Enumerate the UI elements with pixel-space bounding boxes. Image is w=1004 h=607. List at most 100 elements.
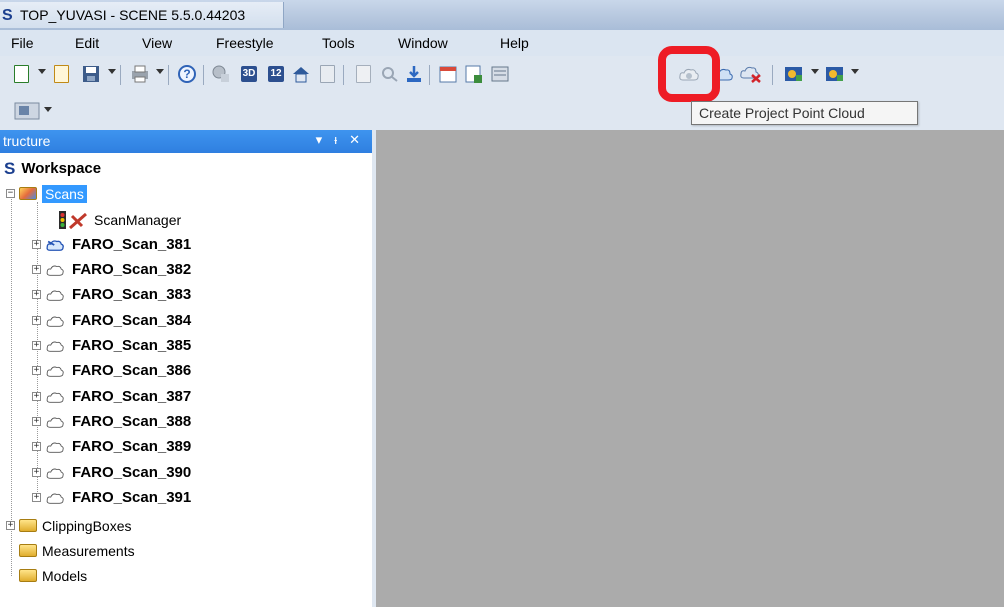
menu-window[interactable]: Window [398, 35, 448, 51]
tree-scan-label: FARO_Scan_385 [72, 337, 192, 354]
tree-workspace[interactable]: S Workspace [4, 156, 101, 181]
tree-scans[interactable]: − Scans [6, 181, 87, 206]
tree-folder-label: ClippingBoxes [42, 517, 132, 534]
tree-scan-manager-label: ScanManager [94, 211, 182, 228]
expand-icon[interactable]: + [32, 366, 41, 375]
menu-freestyle[interactable]: Freestyle [216, 35, 274, 51]
tree-scan-item[interactable]: + FARO_Scan_384 [32, 308, 191, 333]
view-mode-dropdown-icon[interactable] [44, 107, 52, 112]
tree-folder-label: Measurements [42, 542, 135, 559]
calendar-icon[interactable] [437, 63, 459, 85]
help-icon[interactable]: ? [176, 63, 198, 85]
delete-cloud-icon[interactable] [740, 63, 762, 85]
main-toolbar: ? 3D 12 [0, 56, 900, 94]
tree-scan-item[interactable]: + FARO_Scan_381 [32, 232, 191, 257]
tree-measurements[interactable]: Measurements [19, 538, 135, 563]
new-project-dropdown-icon[interactable] [38, 69, 46, 74]
menu-help[interactable]: Help [500, 35, 529, 51]
toolbar-separator [203, 65, 204, 85]
panel-menu-icon[interactable]: ▾ [316, 132, 323, 148]
open-icon[interactable] [50, 63, 72, 85]
tree-scan-item[interactable]: + FARO_Scan_389 [32, 434, 191, 459]
register-icon[interactable] [489, 63, 511, 85]
expand-icon[interactable]: + [32, 341, 41, 350]
planar-view-icon[interactable]: 12 [265, 63, 287, 85]
cloud-icon [46, 290, 64, 301]
import-icon[interactable] [403, 63, 425, 85]
folder-icon [19, 544, 37, 557]
view-mode-icon[interactable] [14, 100, 40, 122]
panel-close-icon[interactable]: ✕ [349, 132, 360, 148]
panel-controls: ▾ ᵻ ✕ [316, 132, 360, 148]
menu-bar: File Edit View Freestyle Tools Window He… [0, 30, 1004, 56]
expand-icon[interactable]: + [32, 240, 41, 249]
home-view-icon[interactable] [290, 63, 312, 85]
cloud-icon [46, 316, 64, 327]
menu-tools[interactable]: Tools [322, 35, 355, 51]
scan-view-icon[interactable] [210, 63, 232, 85]
cloud-icon [46, 417, 64, 428]
tree-scan-label: FARO_Scan_386 [72, 362, 192, 379]
print-dropdown-icon[interactable] [156, 69, 164, 74]
layer-dropdown-icon[interactable] [811, 69, 819, 74]
tree-scan-item[interactable]: + FARO_Scan_385 [32, 333, 191, 358]
cloud-icon [46, 442, 64, 453]
save-dropdown-icon[interactable] [108, 69, 116, 74]
tree-scan-label: FARO_Scan_384 [72, 312, 192, 329]
expand-icon[interactable]: + [32, 417, 41, 426]
expand-icon[interactable]: + [32, 442, 41, 451]
tree-scan-item[interactable]: + FARO_Scan_390 [32, 460, 191, 485]
3d-view-icon[interactable]: 3D [238, 63, 260, 85]
expand-icon[interactable]: + [32, 392, 41, 401]
expand-icon[interactable]: + [32, 468, 41, 477]
tree-scan-item[interactable]: + FARO_Scan_391 [32, 485, 191, 510]
tree-scan-label: FARO_Scan_388 [72, 413, 192, 430]
toolbar-separator [168, 65, 169, 85]
tree-scan-label: FARO_Scan_383 [72, 286, 192, 303]
cloud-icon [46, 392, 64, 403]
scan-active-icon [46, 239, 64, 251]
viewport[interactable] [376, 130, 1004, 607]
tree-scan-manager[interactable]: ScanManager [58, 207, 181, 232]
tree-scan-item[interactable]: + FARO_Scan_388 [32, 409, 191, 434]
expand-icon[interactable]: + [32, 265, 41, 274]
layer-icon[interactable] [783, 63, 805, 85]
expand-icon[interactable]: + [6, 521, 15, 530]
menu-view[interactable]: View [142, 35, 172, 51]
print-icon[interactable] [129, 63, 151, 85]
expand-icon[interactable]: + [32, 290, 41, 299]
expand-icon[interactable]: + [32, 316, 41, 325]
tree-scan-item[interactable]: + FARO_Scan_386 [32, 358, 191, 383]
panel-pin-icon[interactable]: ᵻ [334, 132, 337, 148]
cloud-icon [46, 341, 64, 352]
menu-edit[interactable]: Edit [75, 35, 99, 51]
tree-clipping-boxes[interactable]: + ClippingBoxes [6, 513, 132, 538]
cloud-icon [46, 493, 64, 504]
expand-icon[interactable]: + [32, 493, 41, 502]
report-icon[interactable] [463, 63, 485, 85]
toolbar-separator [343, 65, 344, 85]
tree-scan-label: FARO_Scan_382 [72, 261, 192, 278]
app-logo-icon: S [2, 7, 13, 24]
toolbar-separator [120, 65, 121, 85]
window-title: TOP_YUVASI - SCENE 5.5.0.44203 [20, 7, 246, 23]
collapse-icon[interactable]: − [6, 189, 15, 198]
toolbar-separator [429, 65, 430, 85]
layer-add-dropdown-icon[interactable] [851, 69, 859, 74]
workspace-icon[interactable] [316, 63, 338, 85]
tree-scan-item[interactable]: + FARO_Scan_387 [32, 384, 191, 409]
structure-panel: tructure ▾ ᵻ ✕ S Workspace − Scans ScanM… [0, 130, 372, 607]
save-icon[interactable] [80, 63, 102, 85]
toolbar-separator [772, 65, 773, 85]
new-project-icon[interactable] [10, 63, 32, 85]
tree-scan-item[interactable]: + FARO_Scan_383 [32, 282, 191, 307]
highlight-ring [658, 46, 720, 102]
layer-add-icon[interactable] [824, 63, 846, 85]
title-box: S TOP_YUVASI - SCENE 5.5.0.44203 [0, 2, 284, 28]
tree-scan-item[interactable]: + FARO_Scan_382 [32, 257, 191, 282]
menu-file[interactable]: File [11, 35, 34, 51]
cloud-icon [46, 468, 64, 479]
tree-models[interactable]: Models [19, 563, 87, 588]
copy-icon[interactable] [352, 63, 374, 85]
find-icon[interactable] [378, 63, 400, 85]
